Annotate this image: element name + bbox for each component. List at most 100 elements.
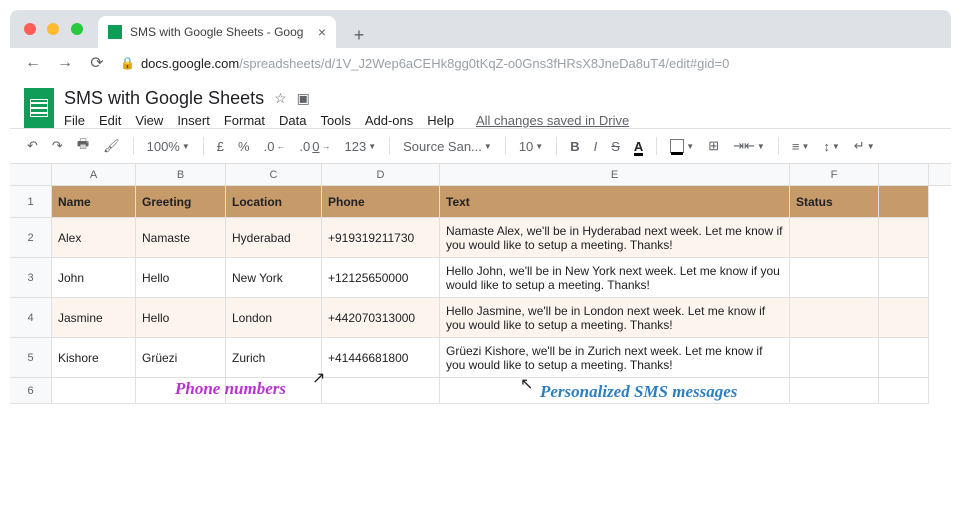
minimize-window-button[interactable] — [47, 23, 59, 35]
new-tab-button[interactable]: + — [346, 22, 372, 48]
cell-greeting[interactable]: Grüezi — [136, 338, 226, 378]
select-all-corner[interactable] — [10, 164, 52, 185]
menu-view[interactable]: View — [135, 113, 163, 128]
header-name[interactable]: Name — [52, 186, 136, 218]
cell-status[interactable] — [790, 258, 879, 298]
col-header-a[interactable]: A — [52, 164, 136, 185]
cell-greeting[interactable]: Namaste — [136, 218, 226, 258]
address-bar[interactable]: 🔒 docs.google.com/spreadsheets/d/1V_J2We… — [116, 56, 941, 71]
undo-button[interactable]: ↶ — [22, 135, 43, 157]
cell-phone[interactable]: +919319211730 — [322, 218, 440, 258]
cell-location[interactable]: Hyderabad — [226, 218, 322, 258]
percent-button[interactable]: % — [233, 136, 255, 157]
cell[interactable] — [879, 298, 929, 338]
browser-tab[interactable]: SMS with Google Sheets - Goog × — [98, 16, 336, 48]
table-row: 3JohnHelloNew York+12125650000Hello John… — [10, 258, 951, 298]
print-button[interactable]: 🖶 — [72, 132, 94, 160]
row-number[interactable]: 5 — [10, 338, 52, 378]
bold-button[interactable]: B — [565, 136, 584, 157]
cell-phone[interactable]: +442070313000 — [322, 298, 440, 338]
back-button[interactable]: ← — [20, 50, 46, 76]
close-window-button[interactable] — [24, 23, 36, 35]
menu-file[interactable]: File — [64, 113, 85, 128]
strike-button[interactable]: S — [606, 136, 625, 157]
reload-button[interactable]: ⟳ — [84, 50, 110, 76]
col-header-e[interactable]: E — [440, 164, 790, 185]
document-title[interactable]: SMS with Google Sheets — [64, 88, 264, 109]
zoom-select[interactable]: 100% ▼ — [142, 136, 195, 157]
cell-location[interactable]: Zurich — [226, 338, 322, 378]
header-greeting[interactable]: Greeting — [136, 186, 226, 218]
cell[interactable] — [879, 378, 929, 404]
forward-button[interactable]: → — [52, 50, 78, 76]
dec-decrease-button[interactable]: .0← — [259, 136, 291, 157]
row-number-6[interactable]: 6 — [10, 378, 52, 404]
cell[interactable] — [879, 338, 929, 378]
header-status[interactable]: Status — [790, 186, 879, 218]
cell-phone[interactable]: +12125650000 — [322, 258, 440, 298]
cell-status[interactable] — [790, 218, 879, 258]
col-header-b[interactable]: B — [136, 164, 226, 185]
star-icon[interactable]: ☆ — [274, 90, 287, 107]
paint-format-button[interactable]: 🖌 — [98, 135, 125, 157]
row-number[interactable]: 2 — [10, 218, 52, 258]
row-number[interactable]: 3 — [10, 258, 52, 298]
menu-addons[interactable]: Add-ons — [365, 113, 413, 128]
cell[interactable] — [322, 378, 440, 404]
col-header-d[interactable]: D — [322, 164, 440, 185]
cell-text[interactable]: Hello Jasmine, we'll be in London next w… — [440, 298, 790, 338]
cell[interactable] — [879, 218, 929, 258]
menu-format[interactable]: Format — [224, 113, 265, 128]
cell-greeting[interactable]: Hello — [136, 298, 226, 338]
menu-insert[interactable]: Insert — [177, 113, 210, 128]
cell-text[interactable]: Hello John, we'll be in New York next we… — [440, 258, 790, 298]
col-header-f[interactable]: F — [790, 164, 879, 185]
text-color-button[interactable]: A — [629, 136, 648, 157]
fill-color-button[interactable]: ▼ — [665, 136, 699, 156]
redo-button[interactable]: ↷ — [47, 135, 68, 157]
cell[interactable] — [52, 378, 136, 404]
menu-tools[interactable]: Tools — [320, 113, 350, 128]
cell-location[interactable]: London — [226, 298, 322, 338]
cell-status[interactable] — [790, 298, 879, 338]
cell-name[interactable]: John — [52, 258, 136, 298]
col-header-c[interactable]: C — [226, 164, 322, 185]
col-header-g[interactable] — [879, 164, 929, 185]
number-format-select[interactable]: 123▼ — [340, 136, 382, 157]
save-status[interactable]: All changes saved in Drive — [476, 113, 629, 128]
header-g[interactable] — [879, 186, 929, 218]
cell-phone[interactable]: +41446681800 — [322, 338, 440, 378]
cell-location[interactable]: New York — [226, 258, 322, 298]
fontsize-select[interactable]: 10 ▼ — [514, 136, 548, 157]
dec-increase-button[interactable]: .00→ — [294, 136, 335, 157]
cell-name[interactable]: Jasmine — [52, 298, 136, 338]
menu-edit[interactable]: Edit — [99, 113, 121, 128]
cell-text[interactable]: Namaste Alex, we'll be in Hyderabad next… — [440, 218, 790, 258]
font-select[interactable]: Source San... ▼ — [398, 136, 497, 157]
valign-button[interactable]: ↕ ▼ — [818, 136, 844, 157]
halign-button[interactable]: ≡ ▼ — [787, 136, 815, 157]
row-number[interactable]: 4 — [10, 298, 52, 338]
merge-button[interactable]: ⇥⇤ ▼ — [728, 135, 770, 157]
menu-data[interactable]: Data — [279, 113, 306, 128]
cell-status[interactable] — [790, 338, 879, 378]
wrap-button[interactable]: ↵ ▼ — [849, 135, 880, 157]
cell-name[interactable]: Kishore — [52, 338, 136, 378]
tab-close-icon[interactable]: × — [318, 24, 326, 40]
menu-help[interactable]: Help — [427, 113, 454, 128]
borders-button[interactable]: ⊞ — [703, 135, 724, 157]
cell[interactable] — [790, 378, 879, 404]
italic-button[interactable]: I — [589, 136, 603, 157]
move-folder-icon[interactable]: ▣ — [297, 90, 310, 107]
sheets-logo-icon[interactable] — [24, 88, 54, 128]
fullscreen-window-button[interactable] — [71, 23, 83, 35]
header-phone[interactable]: Phone — [322, 186, 440, 218]
cell[interactable] — [879, 258, 929, 298]
header-location[interactable]: Location — [226, 186, 322, 218]
currency-button[interactable]: £ — [212, 136, 229, 157]
cell-name[interactable]: Alex — [52, 218, 136, 258]
cell-text[interactable]: Grüezi Kishore, we'll be in Zurich next … — [440, 338, 790, 378]
header-text[interactable]: Text — [440, 186, 790, 218]
cell-greeting[interactable]: Hello — [136, 258, 226, 298]
row-number-1[interactable]: 1 — [10, 186, 52, 218]
